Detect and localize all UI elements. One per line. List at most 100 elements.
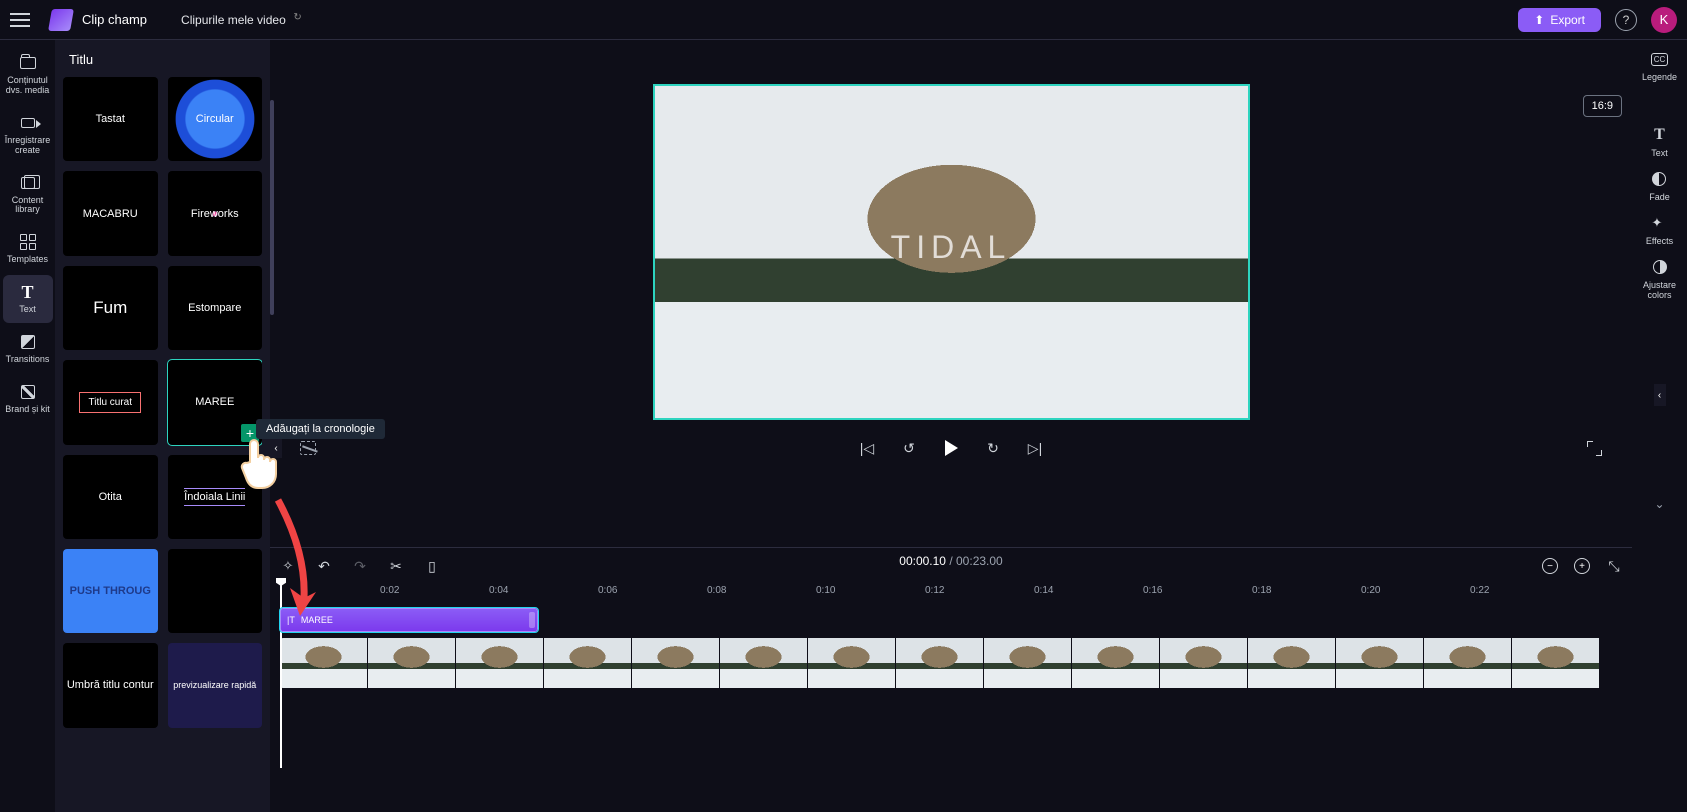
video-thumbnail [280, 638, 367, 688]
tile-maree[interactable]: MAREE + [168, 360, 263, 444]
rb-label: Fade [1649, 192, 1670, 202]
video-thumbnail [808, 638, 895, 688]
annotation-arrow-icon [260, 492, 330, 622]
adjust-icon [1653, 260, 1667, 274]
ruler-tick: 0:06 [598, 585, 617, 596]
nav-templates[interactable]: Templates [3, 225, 53, 273]
tile-macabru[interactable]: MACABRU [63, 171, 158, 255]
tile-label: Otita [99, 491, 122, 503]
clip-resize-handle[interactable] [529, 612, 535, 628]
grid-icon [20, 234, 36, 250]
tile-circular[interactable]: Circular [168, 77, 263, 161]
aspect-ratio-selector[interactable]: 16:9 [1583, 95, 1622, 117]
nav-media[interactable]: Conținutul dvs. media [3, 46, 53, 104]
nav-brand-label: Brand și kit [5, 405, 50, 415]
tile-curat[interactable]: Titlu curat [63, 360, 158, 444]
folder-icon [20, 57, 36, 69]
tile-label: Umbră titlu contur [67, 679, 154, 691]
video-thumbnail [1336, 638, 1423, 688]
export-button[interactable]: ⬆ Export [1518, 8, 1601, 32]
preview-overlay-text: TIDAL [891, 229, 1012, 266]
tile-label: Tastat [96, 113, 125, 125]
ruler-tick: 0:12 [925, 585, 944, 596]
rewind-button[interactable]: ↺ [901, 440, 917, 456]
chevron-down-icon[interactable]: ⌄ [1652, 496, 1668, 512]
ruler-tick: 0:08 [707, 585, 726, 596]
play-button[interactable] [943, 440, 959, 456]
cc-icon: CC [1651, 53, 1669, 66]
ruler-tick: 0:20 [1361, 585, 1380, 596]
timeline-video-track[interactable] [280, 638, 1622, 688]
preview-canvas[interactable]: TIDAL [653, 84, 1250, 420]
text-icon: T [1651, 126, 1669, 144]
fullscreen-button[interactable] [1586, 440, 1602, 456]
video-thumbnail [1160, 638, 1247, 688]
collapse-right-button[interactable]: ‹ [1654, 384, 1666, 406]
tile-prev[interactable]: previzualizare rapidă [168, 643, 263, 727]
tile-fum[interactable]: Fum [63, 266, 158, 350]
video-thumbnail [896, 638, 983, 688]
cut-button[interactable]: ✂ [388, 558, 404, 574]
tile-push[interactable]: PUSH THROUG [63, 549, 158, 633]
export-label: Export [1550, 13, 1585, 27]
video-thumbnail [1424, 638, 1511, 688]
ruler-tick: 0:02 [380, 585, 399, 596]
delete-button[interactable]: ▯ [424, 558, 440, 574]
app-name: Clip champ [82, 12, 147, 27]
zoom-out-button[interactable]: − [1542, 558, 1558, 574]
redo-button[interactable]: ↷ [352, 558, 368, 574]
ruler-tick: 0:14 [1034, 585, 1053, 596]
zoom-in-button[interactable]: + [1574, 558, 1590, 574]
duration: 00:23.00 [956, 554, 1003, 568]
rb-text[interactable]: TText [1651, 126, 1669, 158]
menu-button[interactable] [10, 13, 30, 27]
text-icon: T [21, 282, 33, 303]
upload-icon: ⬆ [1534, 13, 1544, 27]
avatar[interactable]: K [1651, 7, 1677, 33]
stack-icon [21, 177, 35, 189]
nav-record-label: Înregistrare create [3, 136, 53, 156]
nav-brand[interactable]: Brand și kit [3, 375, 53, 423]
rb-fade[interactable]: Fade [1649, 170, 1670, 202]
safe-zone-toggle[interactable] [300, 440, 316, 456]
forward-button[interactable]: ↻ [985, 440, 1001, 456]
skip-start-button[interactable]: |◁ [859, 440, 875, 456]
video-thumbnail [720, 638, 807, 688]
rb-captions[interactable]: CCLegende [1642, 50, 1677, 82]
zoom-fit-button[interactable]: ⤡ [1606, 558, 1622, 574]
skip-end-button[interactable]: ▷| [1027, 440, 1043, 456]
tile-label: Circular [196, 113, 234, 125]
nav-text[interactable]: T Text [3, 275, 53, 323]
nav-record[interactable]: Înregistrare create [3, 106, 53, 164]
tile-otita[interactable]: Otita [63, 455, 158, 539]
video-thumbnail [456, 638, 543, 688]
rb-label: Effects [1646, 236, 1673, 246]
ruler-tick: 0:22 [1470, 585, 1489, 596]
nav-library[interactable]: Content library [3, 166, 53, 224]
tile-blank[interactable] [168, 549, 263, 633]
tile-umbra[interactable]: Umbră titlu contur [63, 643, 158, 727]
tile-label: Fireworks [185, 206, 245, 222]
tile-label: previzualizare rapidă [173, 680, 256, 690]
rb-label: Ajustare colors [1632, 280, 1687, 300]
brand-icon [21, 385, 35, 399]
video-thumbnail [632, 638, 719, 688]
tile-label: Titlu curat [79, 392, 141, 413]
tile-label: MACABRU [83, 208, 138, 220]
help-button[interactable]: ? [1615, 9, 1637, 31]
rb-effects[interactable]: Effects [1646, 214, 1673, 246]
tile-tastat[interactable]: Tastat [63, 77, 158, 161]
nav-text-label: Text [19, 305, 36, 315]
timeline: ✧ ↶ ↷ ✂ ▯ 00:00.10 / 00:23.00 − + ⤡ 0:02… [270, 547, 1632, 812]
timeline-ruler[interactable]: 0:020:040:060:080:100:120:140:160:180:20… [280, 582, 1622, 604]
rb-adjust[interactable]: Ajustare colors [1632, 258, 1687, 300]
nav-transitions[interactable]: Transitions [3, 325, 53, 373]
project-tab[interactable]: Clipurile mele video [175, 9, 292, 31]
fade-icon [1652, 172, 1666, 186]
video-thumbnail [1072, 638, 1159, 688]
tile-fireworks[interactable]: Fireworks [168, 171, 263, 255]
video-thumbnail [544, 638, 631, 688]
camera-icon [21, 118, 35, 128]
time-display: 00:00.10 / 00:23.00 [899, 554, 1002, 568]
tile-estompare[interactable]: Estompare [168, 266, 263, 350]
